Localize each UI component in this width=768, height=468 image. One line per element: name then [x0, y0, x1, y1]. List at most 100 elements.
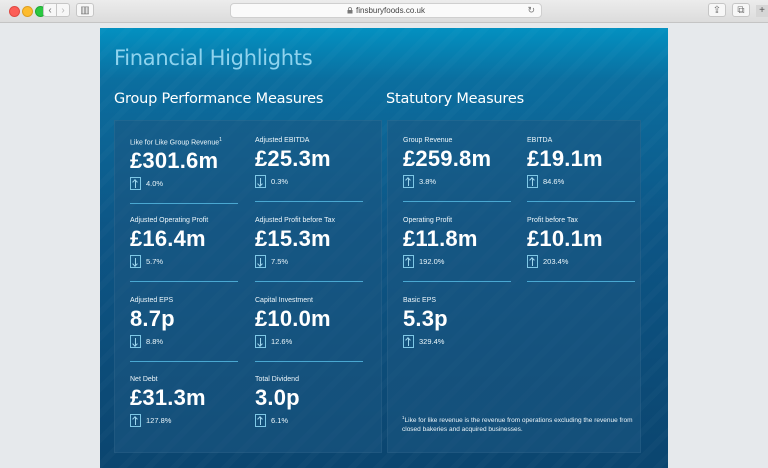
divider — [255, 201, 363, 202]
arrow-up-icon — [403, 335, 414, 348]
metric-card: Net Debt £31.3m 127.8% — [130, 375, 240, 429]
metric-card: Basic EPS 5.3p 329.4% — [403, 296, 513, 350]
metric-label: Adjusted EBITDA — [255, 137, 310, 144]
back-button[interactable]: ‹ — [43, 3, 57, 17]
new-tab-button[interactable]: + — [756, 5, 768, 17]
metric-change-percent: 4.0% — [146, 179, 164, 189]
metric-change: 3.8% — [403, 175, 513, 190]
metric-label: Profit before Tax — [527, 217, 578, 224]
metric-label: Basic EPS — [403, 297, 437, 304]
metric-change-percent: 203.4% — [543, 257, 569, 266]
metric-change: 8.8% — [130, 335, 240, 350]
metric-value: 5.3p — [403, 306, 448, 331]
arrow-down-icon — [255, 335, 266, 348]
metric-label: EBITDA — [527, 137, 553, 144]
metric-change-percent: 12.6% — [271, 337, 293, 346]
minimize-window-button[interactable] — [22, 6, 33, 17]
arrow-down-icon — [130, 335, 141, 348]
reload-icon[interactable]: ↻ — [527, 4, 535, 17]
statutory-measures-panel: Group Revenue £259.8m 3.8% EBITDA £19.1m… — [387, 120, 641, 453]
metric-change: 203.4% — [527, 255, 637, 270]
metric-change-percent: 3.8% — [419, 177, 437, 186]
metric-label: Adjusted Profit before Tax — [255, 217, 336, 224]
metric-label: Group Revenue — [403, 137, 453, 144]
divider — [527, 201, 635, 202]
metric-label: Adjusted EPS — [130, 297, 174, 304]
metric-change-percent: 127.8% — [146, 416, 172, 425]
metric-card: Capital Investment £10.0m 12.6% — [255, 296, 365, 362]
statutory-section-title: Statutory Measures — [386, 91, 524, 107]
arrow-down-icon — [130, 255, 141, 268]
metric-change: 0.3% — [255, 175, 365, 190]
metric-value: £16.4m — [130, 226, 206, 251]
divider — [527, 281, 635, 282]
metric-change: 6.1% — [255, 414, 365, 429]
arrow-up-icon — [130, 177, 141, 191]
metric-value: £10.1m — [527, 226, 603, 251]
metric-card: Adjusted Operating Profit £16.4m 5.7% — [130, 216, 240, 282]
arrow-up-icon — [527, 255, 538, 268]
metric-card: Adjusted Profit before Tax £15.3m 7.5% — [255, 216, 365, 282]
metric-value: 8.7p — [130, 306, 175, 331]
metric-value: £259.8m — [403, 146, 492, 171]
divider — [255, 281, 363, 282]
tabs-icon: ⧉ — [737, 5, 745, 16]
metric-change: 84.6% — [527, 175, 637, 190]
divider — [130, 281, 238, 282]
arrow-down-icon — [255, 255, 266, 268]
browser-toolbar: ‹ › ▥ finsburyfoods.co.uk ↻ ⇪ ⧉ + — [0, 0, 768, 23]
sidebar-toggle-button[interactable]: ▥ — [76, 3, 94, 17]
metric-value: £10.0m — [255, 306, 331, 331]
metric-value: £301.6m — [130, 148, 219, 174]
metric-card: Operating Profit £11.8m 192.0% — [403, 216, 513, 282]
metric-change: 7.5% — [255, 255, 365, 270]
share-button[interactable]: ⇪ — [708, 3, 726, 17]
metric-change-percent: 8.8% — [146, 337, 164, 346]
metric-value: £11.8m — [403, 226, 478, 251]
metric-label: Capital Investment — [255, 297, 313, 304]
metric-value: 3.0p — [255, 385, 300, 410]
metric-change-percent: 5.7% — [146, 257, 164, 266]
close-window-button[interactable] — [9, 6, 20, 17]
show-tabs-button[interactable]: ⧉ — [732, 3, 750, 17]
address-bar[interactable]: finsburyfoods.co.uk ↻ — [230, 3, 542, 18]
arrow-up-icon — [403, 255, 414, 268]
metric-card: Like for Like Group Revenue1 £301.6m 4.0… — [130, 136, 240, 205]
lock-icon — [347, 5, 353, 18]
metric-change: 12.6% — [255, 335, 365, 350]
divider — [130, 361, 238, 362]
footnote: 1Like for like revenue is the revenue fr… — [402, 413, 638, 434]
group-section-title: Group Performance Measures — [114, 91, 324, 107]
arrow-up-icon — [403, 175, 414, 188]
metric-value: £31.3m — [130, 385, 206, 410]
metric-change-percent: 7.5% — [271, 257, 289, 266]
arrow-down-icon — [255, 175, 266, 188]
forward-button[interactable]: › — [56, 3, 70, 17]
metric-change: 127.8% — [130, 414, 240, 429]
divider — [255, 361, 363, 362]
metric-change-percent: 0.3% — [271, 177, 289, 186]
web-page-content: Financial Highlights Group Performance M… — [100, 28, 668, 468]
arrow-up-icon — [527, 175, 538, 188]
metric-label: Adjusted Operating Profit — [130, 217, 209, 224]
divider — [403, 201, 511, 202]
metric-value: £25.3m — [255, 146, 331, 171]
metric-change: 4.0% — [130, 177, 240, 192]
metric-label: Net Debt — [130, 376, 158, 383]
metric-change: 5.7% — [130, 255, 240, 270]
footnote-text: Like for like revenue is the revenue fro… — [402, 417, 633, 434]
divider — [403, 281, 511, 282]
metric-change-percent: 84.6% — [543, 177, 565, 186]
divider — [130, 203, 238, 205]
plus-icon: + — [759, 5, 765, 16]
sidebar-icon: ▥ — [80, 5, 90, 16]
metric-card: Adjusted EBITDA £25.3m 0.3% — [255, 136, 365, 202]
metric-label: Total Dividend — [255, 376, 299, 383]
metric-card: Adjusted EPS 8.7p 8.8% — [130, 296, 240, 362]
metric-card: Profit before Tax £10.1m 203.4% — [527, 216, 637, 282]
metric-change: 329.4% — [403, 335, 513, 350]
group-measures-panel: Like for Like Group Revenue1 £301.6m 4.0… — [114, 120, 382, 453]
footnote-marker: 1 — [219, 137, 222, 143]
metric-change-percent: 329.4% — [419, 337, 445, 346]
metric-card: Group Revenue £259.8m 3.8% — [403, 136, 513, 202]
